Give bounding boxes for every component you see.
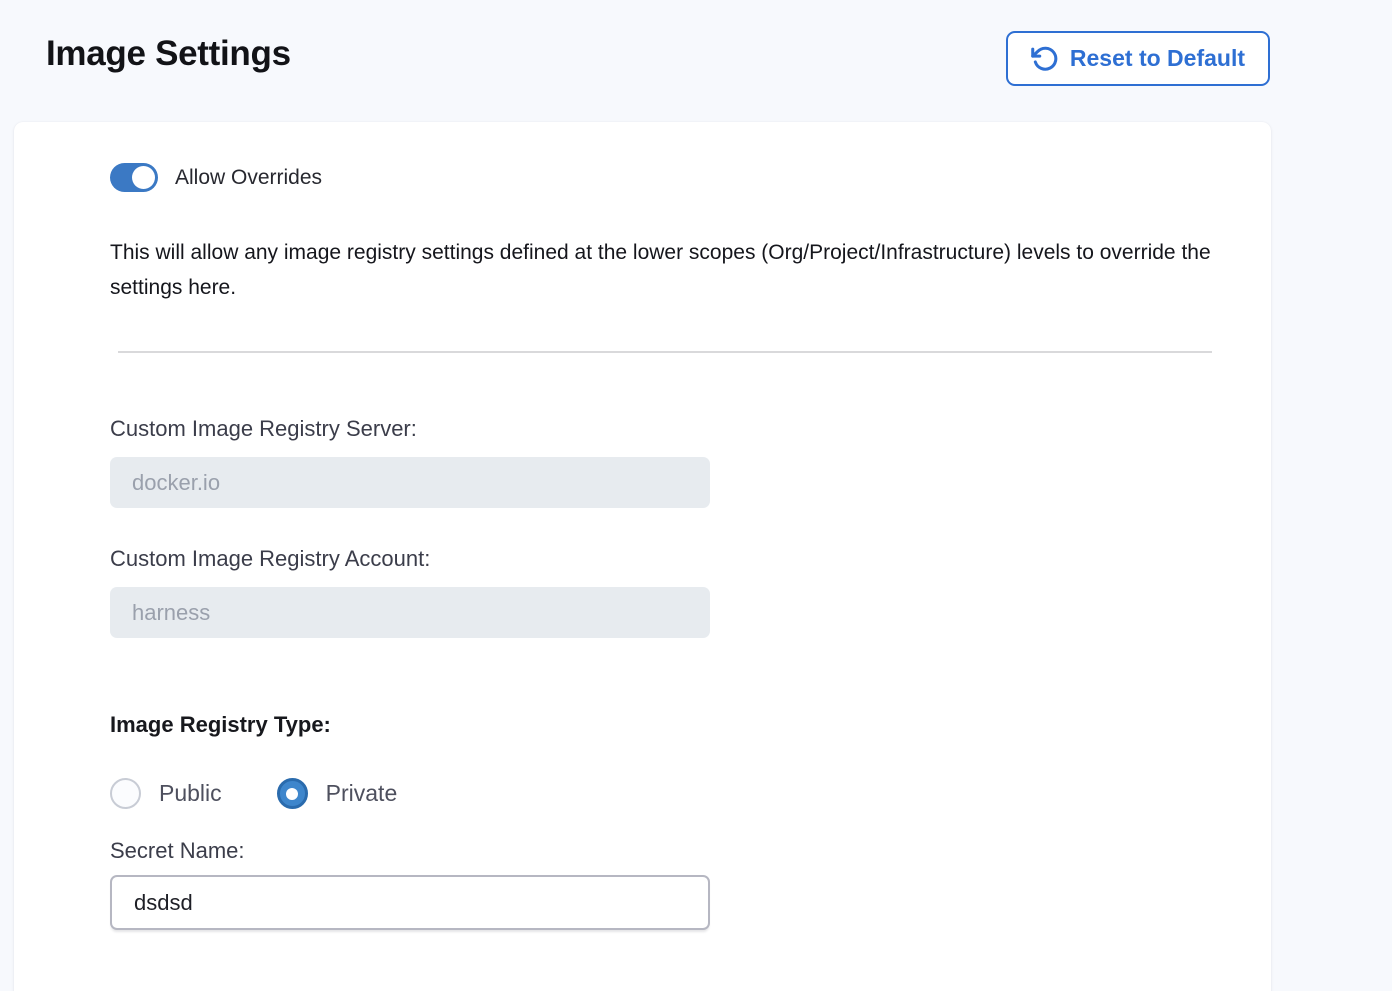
allow-overrides-toggle[interactable] xyxy=(110,163,158,192)
registry-server-input xyxy=(110,457,710,508)
section-divider xyxy=(118,351,1212,353)
radio-public-circle[interactable] xyxy=(110,778,141,809)
radio-private-circle[interactable] xyxy=(277,778,308,809)
secret-name-input[interactable] xyxy=(110,875,710,930)
registry-server-label: Custom Image Registry Server: xyxy=(110,416,417,442)
radio-option-private[interactable]: Private xyxy=(277,778,398,809)
registry-type-label: Image Registry Type: xyxy=(110,712,331,738)
settings-card: Allow Overrides This will allow any imag… xyxy=(14,122,1271,991)
radio-option-public[interactable]: Public xyxy=(110,778,222,809)
allow-overrides-label: Allow Overrides xyxy=(175,166,322,190)
toggle-knob xyxy=(132,166,155,189)
allow-overrides-row: Allow Overrides xyxy=(110,163,322,192)
registry-account-input xyxy=(110,587,710,638)
reset-to-default-button[interactable]: Reset to Default xyxy=(1006,31,1270,86)
radio-public-label: Public xyxy=(159,780,222,807)
radio-private-label: Private xyxy=(326,780,398,807)
reset-ccw-icon xyxy=(1031,45,1059,73)
secret-name-label: Secret Name: xyxy=(110,838,245,864)
image-settings-page: Image Settings Reset to Default Allow Ov… xyxy=(0,0,1392,991)
registry-type-radio-group: Public Private xyxy=(110,778,397,809)
page-title: Image Settings xyxy=(46,34,291,74)
overrides-description: This will allow any image registry setti… xyxy=(110,235,1230,305)
reset-button-label: Reset to Default xyxy=(1070,45,1245,72)
registry-account-label: Custom Image Registry Account: xyxy=(110,546,430,572)
